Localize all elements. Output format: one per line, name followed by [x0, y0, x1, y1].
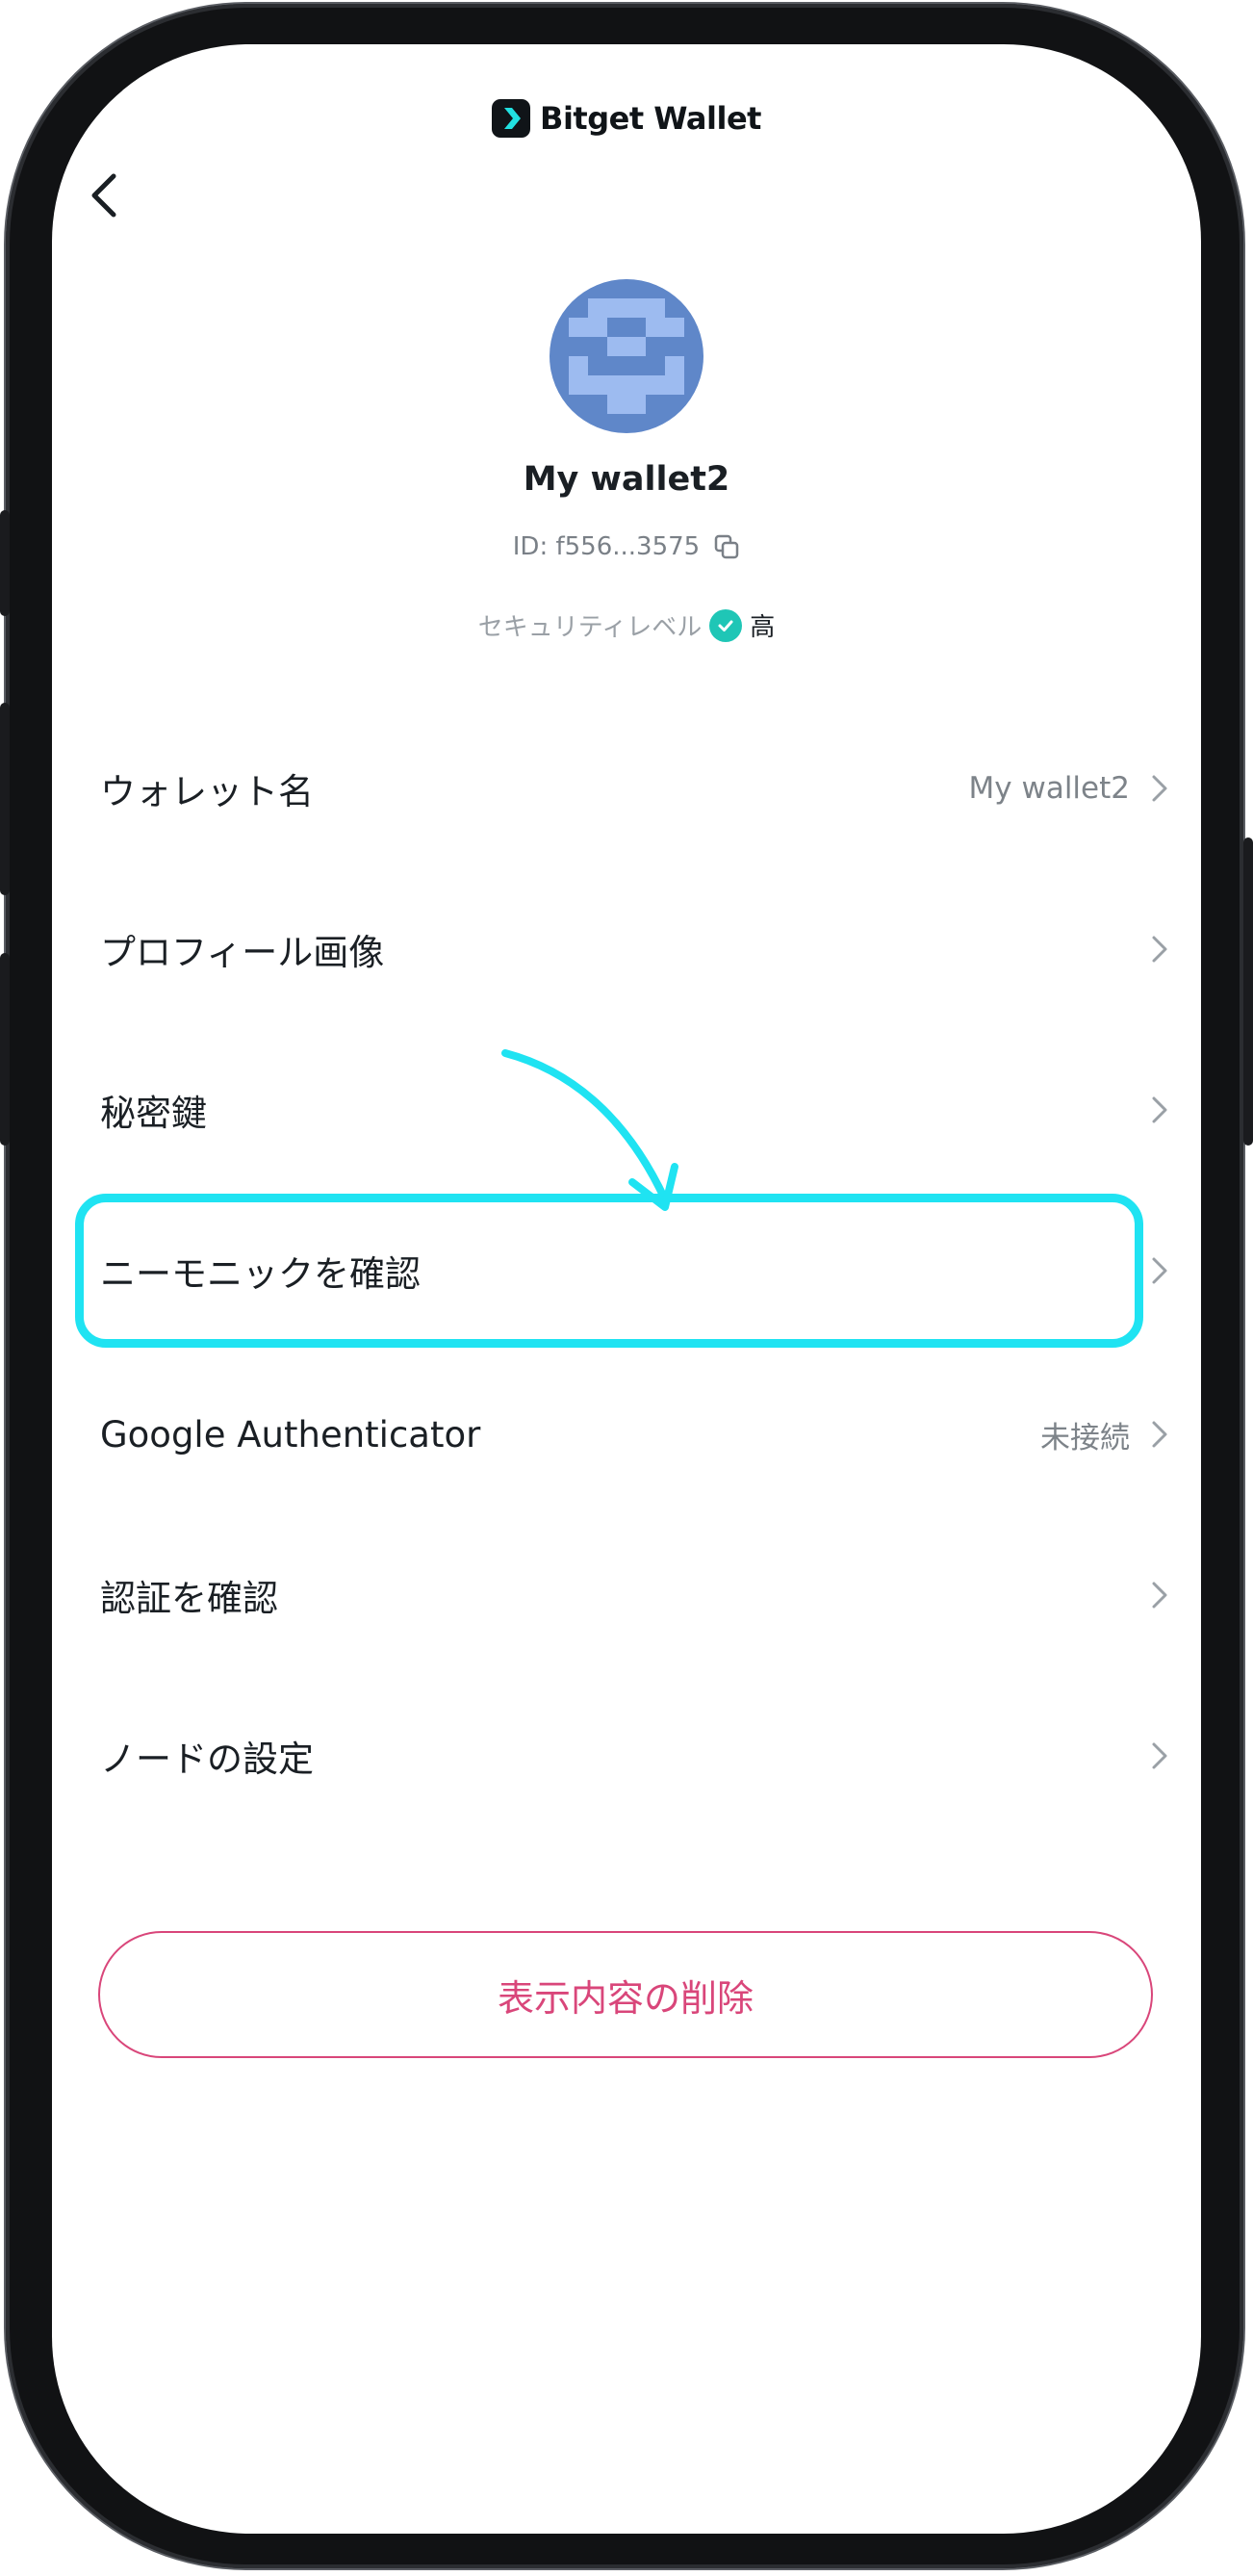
app-screen: Bitget Wallet My wallet2 ID: f556...3575…	[52, 44, 1201, 2534]
chevron-right-icon	[1152, 1742, 1167, 1769]
menu-item-label: ウォレット名	[100, 771, 314, 812]
menu-item-value: My wallet2	[968, 771, 1130, 806]
chevron-right-icon	[1152, 1421, 1167, 1448]
brand-name: Bitget Wallet	[540, 100, 761, 137]
chevron-right-icon	[1152, 775, 1167, 802]
menu-item-label: Google Authenticator	[100, 1413, 481, 1455]
phone-volume-down-button	[0, 953, 10, 1146]
menu-item-node-settings[interactable]: ノードの設定	[100, 1703, 1201, 1809]
security-level-value: 高	[750, 613, 776, 642]
security-label: セキュリティレベル	[477, 613, 703, 642]
chevron-right-icon	[1152, 1257, 1167, 1284]
phone-volume-up-button	[0, 703, 10, 895]
menu-item-label: 秘密鍵	[100, 1093, 207, 1134]
menu-item-profile-image[interactable]: プロフィール画像	[100, 896, 1201, 1002]
check-circle-icon	[709, 608, 743, 642]
security-level-row: セキュリティレベル 高	[52, 607, 1201, 643]
chevron-right-icon	[1152, 1582, 1167, 1609]
annotation-arrow-icon	[501, 1049, 678, 1211]
menu-item-wallet-name[interactable]: ウォレット名 My wallet2	[100, 735, 1201, 841]
menu-item-label: 認証を確認	[100, 1578, 278, 1619]
brand-header: Bitget Wallet	[52, 99, 1201, 138]
avatar[interactable]	[550, 279, 703, 433]
copy-icon[interactable]	[713, 533, 740, 560]
phone-power-button	[1243, 837, 1253, 1146]
menu-item-value: 未接続	[1040, 1420, 1130, 1455]
menu-item-label: ノードの設定	[100, 1739, 314, 1780]
bitget-logo-icon	[492, 99, 531, 138]
chevron-left-icon	[91, 173, 116, 218]
phone-side-button	[0, 510, 10, 616]
chevron-right-icon	[1152, 1096, 1167, 1123]
menu-item-verify-auth[interactable]: 認証を確認	[100, 1542, 1201, 1648]
wallet-id: ID: f556...3575	[512, 532, 701, 561]
back-button[interactable]	[81, 167, 129, 224]
delete-display-button[interactable]: 表示内容の削除	[98, 1931, 1153, 2058]
wallet-name: My wallet2	[523, 460, 730, 499]
wallet-id-row: ID: f556...3575	[52, 532, 1201, 561]
menu-item-label: プロフィール画像	[100, 932, 385, 973]
chevron-right-icon	[1152, 936, 1167, 963]
menu-item-google-authenticator[interactable]: Google Authenticator 未接続	[100, 1381, 1201, 1487]
